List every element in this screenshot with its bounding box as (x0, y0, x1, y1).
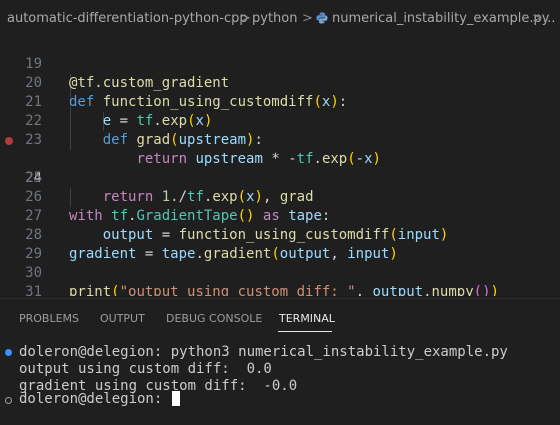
breakpoint-icon[interactable] (5, 137, 13, 145)
breadcrumb-separator: > (240, 11, 251, 26)
breadcrumb-subfolder[interactable]: python (252, 11, 297, 26)
code-line: 23 return upstream * -tf.exp(-x) (0, 112, 560, 167)
tab-output[interactable]: OUTPUT (100, 312, 145, 325)
tab-debug-console[interactable]: DEBUG CONSOLE (166, 312, 262, 325)
code-line: 30 print("output using custom diff: ", o… (0, 245, 560, 296)
code-line: 24 return 1./tf.exp(x), grad (0, 131, 560, 205)
code-line: 19 @tf.custom_gradient (0, 36, 560, 91)
terminal-line: doleron@delegion: python3 numerical_inst… (19, 344, 508, 360)
tab-terminal[interactable]: TERMINAL (279, 312, 335, 325)
code-editor[interactable]: 19 @tf.custom_gradient 20 def function_u… (0, 36, 560, 296)
breadcrumb-file[interactable]: numerical_instability_example.py (332, 11, 549, 26)
code-line: 27 output = function_using_customdiff(in… (0, 188, 560, 243)
terminal-prompt[interactable]: doleron@delegion: (19, 391, 180, 408)
breadcrumb: automatic-differentiation-python-cpp > p… (0, 0, 560, 40)
code-line: 31 print("gradient using custom diff: ",… (0, 264, 560, 296)
terminal-prompt-icon (5, 397, 12, 404)
breadcrumb-separator: > (302, 11, 313, 26)
code-line: 21 e = tf.exp(x) (0, 74, 560, 129)
terminal-command-dot-icon[interactable] (5, 349, 12, 356)
breadcrumb-folder[interactable]: automatic-differentiation-python-cpp (7, 11, 248, 26)
panel-tabs: PROBLEMS OUTPUT DEBUG CONSOLE TERMINAL (0, 299, 560, 337)
active-tab-indicator (278, 331, 332, 332)
breadcrumb-more[interactable]: ... (543, 11, 555, 26)
terminal-cursor (171, 391, 180, 406)
python-file-icon (316, 12, 328, 24)
breadcrumb-separator: > (532, 11, 543, 26)
line-number: 31 (25, 284, 42, 296)
terminal-prompt-text: doleron@delegion: (19, 391, 171, 407)
code-line: 29 (0, 226, 560, 262)
code-line: 25 (0, 150, 560, 186)
code-text: print("output using custom diff: ", outp… (69, 284, 499, 296)
code-line: 28 gradient = tape.gradient(output, inpu… (0, 207, 560, 262)
code-line: 20 def function_using_customdiff(x): (0, 55, 560, 110)
terminal[interactable]: doleron@delegion: python3 numerical_inst… (0, 340, 560, 425)
tab-problems[interactable]: PROBLEMS (19, 312, 79, 325)
code-line: 22 def grad(upstream): (0, 93, 560, 148)
terminal-line: output using custom diff: 0.0 (19, 361, 272, 377)
code-line: 26 with tf.GradientTape() as tape: (0, 169, 560, 224)
